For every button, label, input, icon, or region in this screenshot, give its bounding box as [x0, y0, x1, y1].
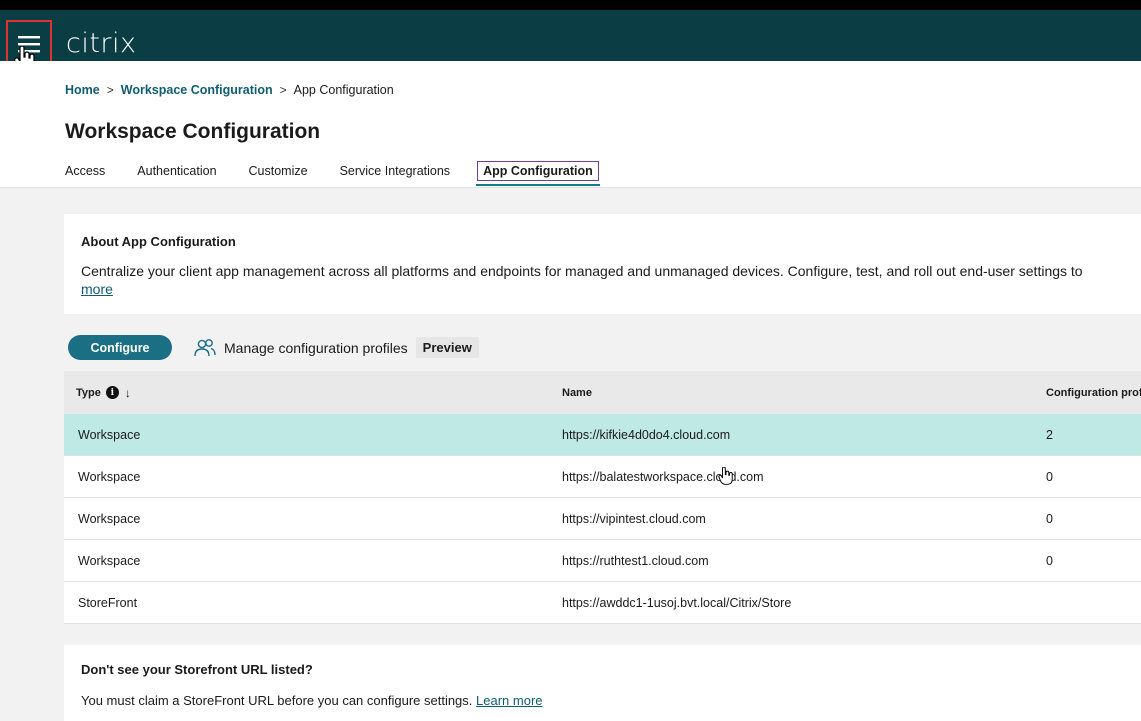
table-row[interactable]: Workspace https://balatestworkspace.clou… — [64, 456, 1141, 498]
breadcrumb-workspace-configuration[interactable]: Workspace Configuration — [121, 83, 273, 97]
table-row[interactable]: Workspace https://kifkie4d0do4.cloud.com… — [64, 414, 1141, 456]
read-more-link[interactable]: more — [81, 281, 113, 297]
tab-app-configuration[interactable]: App Configuration — [476, 161, 600, 186]
storefront-help-card: Don't see your Storefront URL listed? Yo… — [64, 645, 1141, 721]
manage-configuration-profiles-link[interactable]: Manage configuration profiles — [194, 338, 408, 357]
top-black-strip — [0, 0, 1141, 10]
column-header-type[interactable]: Type i ↓ — [64, 386, 549, 400]
cell-config-count: 0 — [1046, 511, 1053, 526]
cell-name: https://kifkie4d0do4.cloud.com — [562, 427, 731, 442]
top-navigation-bar: citrix — [0, 10, 1141, 68]
page-header: Home > Workspace Configuration > App Con… — [0, 61, 1141, 188]
cell-type: StoreFront — [78, 595, 138, 610]
cell-config-count: 0 — [1046, 469, 1053, 484]
about-description: Centralize your client app management ac… — [81, 263, 1083, 279]
cell-type: Workspace — [78, 511, 141, 526]
configure-button[interactable]: Configure — [68, 335, 172, 360]
table-header: Type i ↓ Name Configuration profi — [64, 371, 1141, 414]
about-title: About App Configuration — [81, 234, 236, 249]
storefront-help-title: Don't see your Storefront URL listed? — [81, 662, 313, 677]
hand-cursor-icon — [718, 467, 733, 485]
storefront-help-text: You must claim a StoreFront URL before y… — [81, 693, 473, 708]
preview-badge: Preview — [415, 337, 479, 358]
cell-type: Workspace — [78, 427, 141, 442]
column-header-configuration-profiles[interactable]: Configuration profi — [1033, 387, 1141, 399]
manage-profiles-label: Manage configuration profiles — [224, 339, 408, 356]
cell-type: Workspace — [78, 553, 141, 568]
learn-more-link[interactable]: Learn more — [476, 693, 542, 708]
users-icon — [194, 338, 216, 356]
cell-name: https://ruthtest1.cloud.com — [562, 553, 709, 568]
tab-service-integrations[interactable]: Service Integrations — [340, 161, 450, 181]
sort-down-arrow-icon[interactable]: ↓ — [125, 386, 131, 400]
breadcrumb-home[interactable]: Home — [65, 83, 100, 97]
cell-name: https://awddc1-1usoj.bvt.local/Citrix/St… — [562, 595, 792, 610]
cell-config-count: 2 — [1046, 427, 1053, 442]
info-icon[interactable]: i — [105, 386, 119, 399]
cell-name: https://vipintest.cloud.com — [562, 511, 706, 526]
cell-type: Workspace — [78, 469, 141, 484]
storefront-help-text-line: You must claim a StoreFront URL before y… — [81, 693, 543, 708]
breadcrumb: Home > Workspace Configuration > App Con… — [65, 83, 394, 97]
tab-access[interactable]: Access — [65, 161, 105, 181]
about-card: About App Configuration Centralize your … — [64, 214, 1141, 314]
tab-customize[interactable]: Customize — [249, 161, 308, 181]
column-header-type-label: Type — [76, 386, 101, 399]
page-title: Workspace Configuration — [65, 120, 321, 143]
breadcrumb-separator: > — [279, 83, 287, 97]
cell-name: https://balatestworkspace.cloud.com — [562, 469, 764, 484]
citrix-logo[interactable]: citrix — [66, 28, 137, 59]
tab-authentication[interactable]: Authentication — [137, 161, 216, 181]
table-row[interactable]: Workspace https://vipintest.cloud.com 0 — [64, 498, 1141, 540]
action-bar: Configure Manage configuration profiles … — [68, 335, 479, 360]
table-row[interactable]: StoreFront https://awddc1-1usoj.bvt.loca… — [64, 582, 1141, 624]
cell-config-count: 0 — [1046, 553, 1053, 568]
breadcrumb-current: App Configuration — [293, 83, 394, 97]
column-header-name[interactable]: Name — [549, 387, 1033, 399]
breadcrumb-separator: > — [106, 83, 114, 97]
workspace-table: Type i ↓ Name Configuration profi Worksp… — [64, 371, 1141, 624]
tab-bar: Access Authentication Customize Service … — [65, 161, 631, 186]
table-row[interactable]: Workspace https://ruthtest1.cloud.com 0 — [64, 540, 1141, 582]
